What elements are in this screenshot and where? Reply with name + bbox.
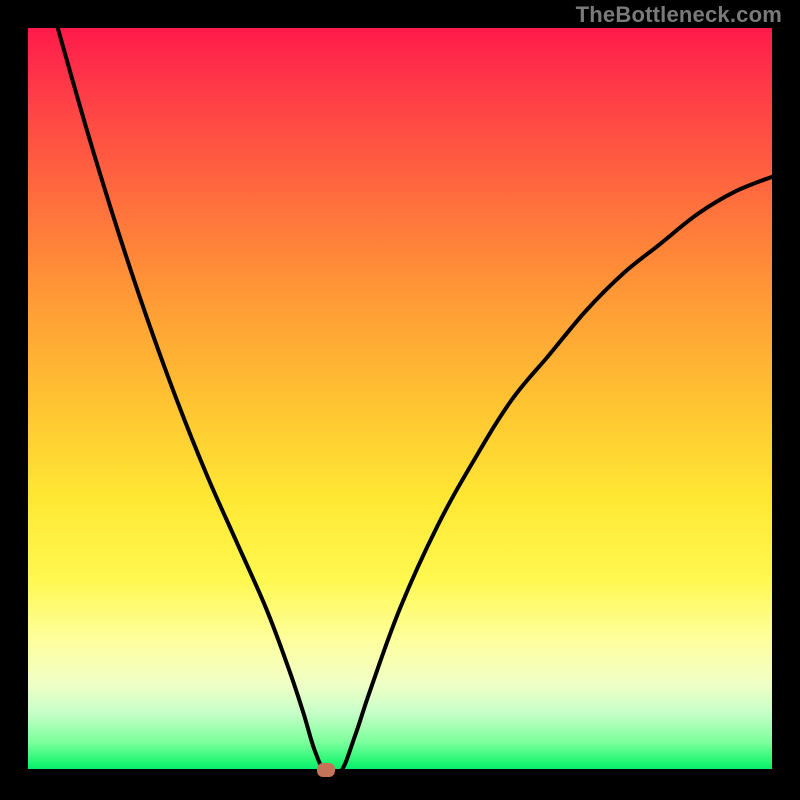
bottleneck-curve <box>28 28 772 772</box>
x-axis-baseline <box>28 769 772 772</box>
minimum-marker <box>317 763 335 777</box>
watermark-text: TheBottleneck.com <box>576 2 782 28</box>
plot-area <box>28 28 772 772</box>
chart-frame: TheBottleneck.com <box>0 0 800 800</box>
